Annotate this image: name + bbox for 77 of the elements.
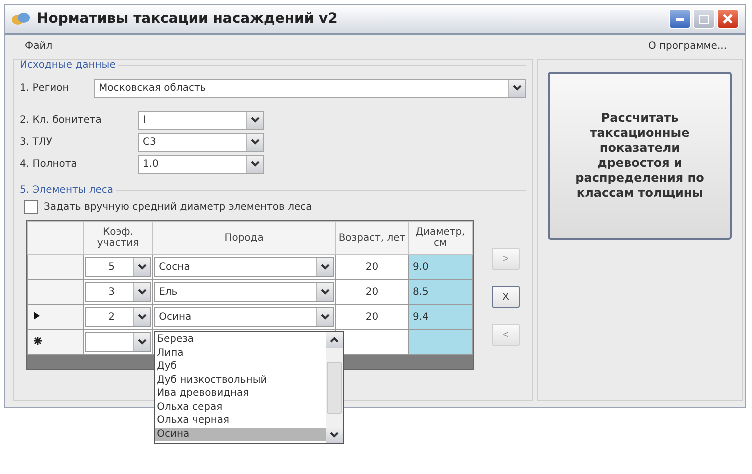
dropdown-field[interactable]: С3 (138, 132, 264, 152)
chevron-icon (320, 289, 330, 295)
close-button[interactable] (717, 9, 739, 29)
window-title: Нормативы таксации насаждений v2 (37, 11, 339, 27)
field-label: 3. ТЛУ (20, 136, 54, 148)
menu-item[interactable]: Файл (25, 40, 53, 52)
dropdown-button[interactable] (133, 258, 150, 276)
dropdown-button[interactable] (316, 308, 334, 326)
column-header[interactable]: Возраст, лет (336, 222, 409, 254)
column-header[interactable]: Коэф. участия (84, 222, 153, 254)
table-cell: 8.5 (408, 280, 472, 304)
row-header[interactable] (28, 330, 84, 354)
table-cell: 9.0 (408, 254, 472, 280)
table-cell: 20 (336, 280, 409, 304)
list-item[interactable]: Ива древовидная (155, 387, 326, 400)
move-button[interactable]: X (492, 286, 520, 308)
field-label: 1. Регион (20, 82, 70, 94)
dropdown-button[interactable] (246, 112, 263, 128)
dropdown-field[interactable]: I (138, 110, 264, 130)
dropdown-button[interactable] (246, 134, 263, 150)
table-cell: 9.4 (408, 304, 472, 330)
list-item[interactable]: Липа (155, 346, 326, 360)
species-list[interactable]: Береза Липа Дуб Дуб низкоствольный Ива древовидная Ольха серая Ольха черная Осина (154, 331, 344, 444)
column-header[interactable]: Диаметр, см (408, 222, 472, 254)
species-dropdown[interactable]: Сосна (154, 257, 334, 277)
checkbox[interactable] (24, 200, 38, 214)
scrollbar[interactable] (326, 332, 344, 443)
chevron-icon (250, 161, 260, 167)
group-title: Исходные данные (19, 60, 117, 71)
chevron-icon (250, 117, 260, 123)
list-item[interactable]: Дуб (155, 360, 326, 374)
app-icon (11, 12, 31, 26)
chevron-icon (320, 264, 330, 270)
column-header[interactable]: Порода (152, 222, 336, 254)
menu-item[interactable]: О программе... (648, 40, 727, 52)
dropdown-button[interactable] (133, 308, 150, 326)
coefficient-dropdown[interactable]: 5 (85, 257, 152, 277)
chevron-icon (512, 85, 522, 91)
chevron-icon (138, 339, 147, 345)
chevron-icon (138, 289, 147, 295)
dropdown-button[interactable] (316, 283, 334, 301)
list-item[interactable]: Осина (155, 428, 326, 441)
dropdown-button[interactable] (133, 333, 150, 351)
dropdown-field[interactable]: 1.0 (138, 154, 264, 174)
dropdown-field[interactable]: Московская область (94, 78, 526, 98)
new-row-icon (34, 336, 42, 344)
field-label: 4. Полнота (20, 158, 78, 170)
checkbox-label: Задать вручную средний диаметр элементов леса (44, 202, 312, 212)
coefficient-dropdown[interactable]: 2 (85, 307, 152, 327)
minimize-button[interactable] (669, 9, 691, 29)
table-cell: 20 (336, 254, 409, 280)
minimize-icon (676, 18, 684, 20)
dropdown-button[interactable] (246, 156, 263, 172)
chevron-icon (330, 432, 340, 438)
maximize-icon (699, 14, 709, 24)
dropdown-button[interactable] (316, 258, 334, 276)
chevron-icon (330, 337, 340, 343)
list-item[interactable]: Дуб низкоствольный (155, 374, 326, 387)
list-item[interactable]: Ольха черная (155, 414, 326, 428)
calculate-button[interactable]: Рассчитать таксационные показатели древостоя и распределения по классам толщины (548, 72, 732, 240)
table-cell: 20 (336, 304, 409, 330)
dropdown-button[interactable] (326, 332, 344, 348)
species-dropdown[interactable]: Ель (154, 282, 334, 302)
chevron-icon (250, 139, 260, 145)
chevron-icon (138, 314, 147, 320)
close-icon (723, 14, 733, 24)
dropdown-button[interactable] (133, 283, 150, 301)
dropdown-button[interactable] (326, 427, 344, 443)
coefficient-dropdown[interactable]: 3 (85, 282, 152, 302)
chevron-icon (320, 314, 330, 320)
chevron-icon (138, 264, 147, 270)
current-row-icon (34, 312, 40, 320)
species-dropdown[interactable]: Осина (154, 307, 334, 327)
dropdown-button[interactable] (508, 80, 525, 96)
field-label: 2. Кл. бонитета (20, 114, 103, 126)
list-item[interactable]: Ольха серая (155, 400, 326, 414)
group-title: 5. Элементы леса (19, 185, 115, 196)
